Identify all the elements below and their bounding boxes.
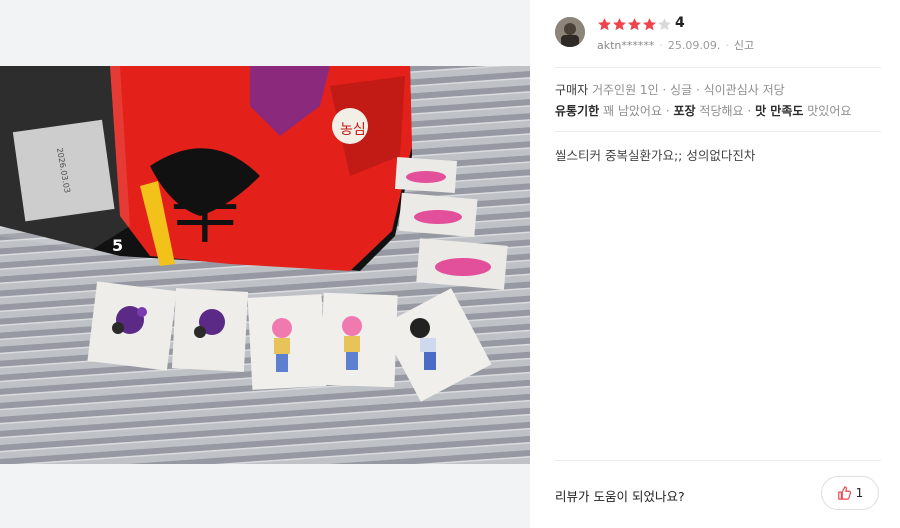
buyer-info-row: 구매자 거주인원 1인 · 싱글 · 식이관심사 저당 [555,80,851,101]
pink-sticker [398,192,478,238]
photo-panel: 농심 辛 2026.03.03 5 [0,0,530,528]
divider [555,131,881,132]
star-icon [643,17,656,30]
helpful-button[interactable]: 1 [821,476,879,510]
pink-sticker [416,238,508,290]
meta-separator: · [659,39,663,52]
character-sticker [247,294,327,390]
ramen-package: 농심 辛 2026.03.03 5 [0,66,412,271]
buyer-label: 구매자 [555,83,589,97]
review-photo-image: 농심 辛 2026.03.03 5 [0,66,530,464]
attr-key-expiry: 유통기한 [555,104,600,118]
package-count: 5 [112,236,123,255]
review-meta: aktn****** · 25.09.09. · 신고 [597,37,754,53]
reviewer-name: aktn****** [597,39,655,52]
package-spicy-char: 辛 [170,171,240,253]
attr-value-packaging: 적당해요 [699,104,744,118]
attr-value-expiry: 꽤 남았어요 [603,104,663,118]
character-sticker [320,292,398,388]
star-icon [613,17,626,30]
attr-separator: · [747,104,752,118]
helpful-question: 리뷰가 도움이 되었나요? [555,489,685,504]
purple-sticker [87,281,177,371]
star-icon [628,17,641,30]
divider [555,67,881,68]
review-body: 씰스티커 중복실환가요;; 성의없다진차 [555,148,756,163]
divider [555,460,881,461]
star-icon [598,17,611,30]
thumbs-up-icon [837,486,851,500]
attribute-row: 유통기한 꽤 남았어요 · 포장 적당해요 · 맛 만족도 맛있어요 [555,101,851,122]
purple-sticker [171,288,249,372]
star-rating [597,16,672,32]
rating-value: 4 [675,15,685,31]
avatar [555,17,585,47]
buyer-info: 거주인원 1인 · 싱글 · 식이관심사 저당 [591,83,785,97]
attr-key-packaging: 포장 [673,104,696,118]
report-button[interactable]: 신고 [734,39,754,52]
star-icon [658,17,671,30]
review-attributes: 구매자 거주인원 1인 · 싱글 · 식이관심사 저당 유통기한 꽤 남았어요 … [555,80,851,122]
pink-sticker [394,156,458,194]
review-date: 25.09.09. [667,39,721,52]
review-photo[interactable]: 농심 辛 2026.03.03 5 [0,66,530,464]
review-viewer: 농심 辛 2026.03.03 5 4 aktn****** · 25.09.0… [0,0,900,528]
review-panel: 4 aktn****** · 25.09.09. · 신고 구매자 거주인원 1인 · … [530,0,900,528]
meta-separator: · [725,39,729,52]
attr-key-taste: 맛 만족도 [755,104,804,118]
attr-separator: · [665,104,670,118]
attr-value-taste: 맛있어요 [807,104,852,118]
package-brand: 농심 [340,122,366,138]
helpful-count: 1 [855,486,864,500]
avatar-image [555,17,585,47]
